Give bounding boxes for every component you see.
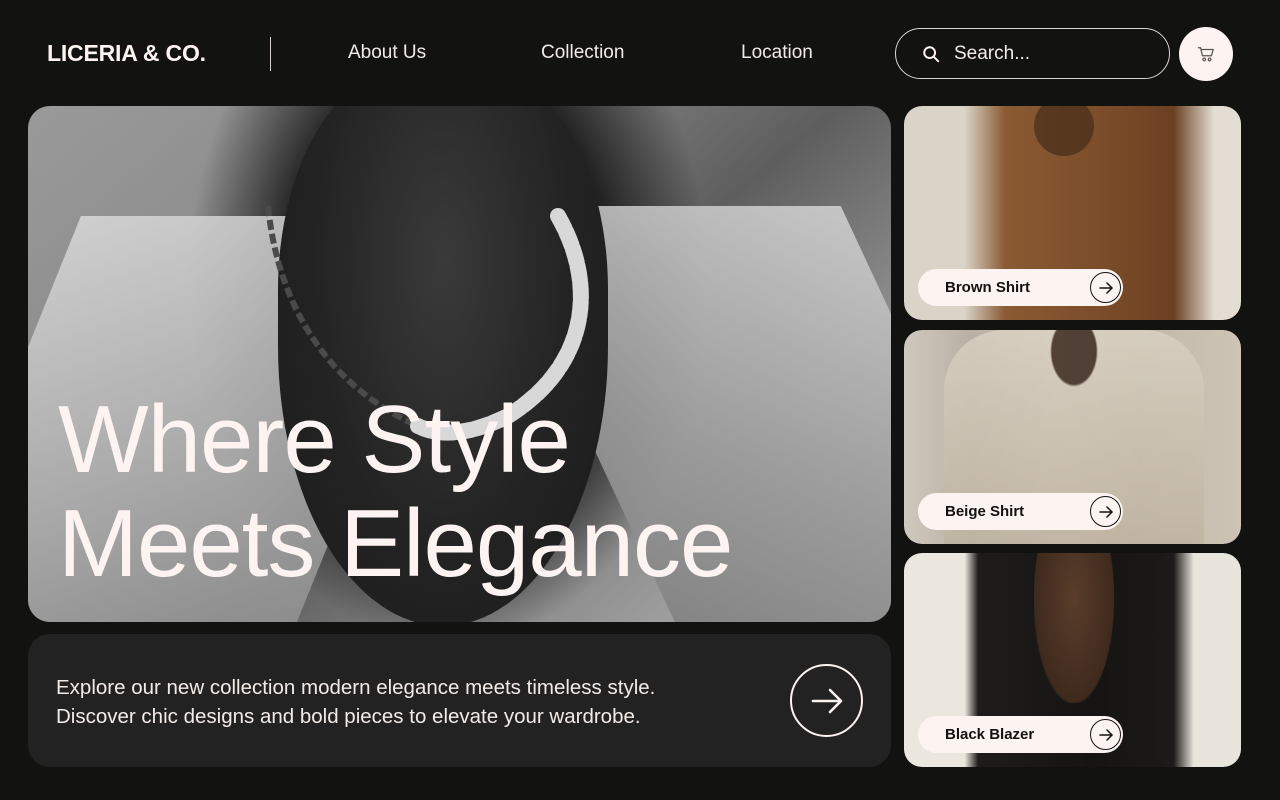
arrow-right-icon[interactable]	[1090, 719, 1121, 750]
explore-button[interactable]	[790, 664, 863, 737]
info-line-1: Explore our new collection modern elegan…	[56, 676, 656, 699]
info-panel: Explore our new collection modern elegan…	[28, 634, 891, 767]
product-image	[1034, 106, 1094, 156]
product-card-brown-shirt[interactable]: Brown Shirt	[904, 106, 1241, 320]
search-input[interactable]	[954, 42, 1154, 65]
product-image	[1034, 553, 1114, 703]
product-name: Black Blazer	[945, 726, 1035, 743]
product-link-beige-shirt[interactable]: Beige Shirt	[918, 493, 1123, 530]
nav-location[interactable]: Location	[741, 42, 813, 64]
search-bar[interactable]	[895, 28, 1170, 79]
header-divider	[270, 37, 271, 71]
product-card-beige-shirt[interactable]: Beige Shirt	[904, 330, 1241, 544]
info-description: Explore our new collection modern elegan…	[56, 673, 655, 731]
info-line-2: Discover chic designs and bold pieces to…	[56, 705, 641, 728]
arrow-right-icon	[811, 688, 842, 713]
search-icon	[923, 45, 940, 62]
product-card-black-blazer[interactable]: Black Blazer	[904, 553, 1241, 767]
cart-icon	[1197, 47, 1214, 62]
product-link-brown-shirt[interactable]: Brown Shirt	[918, 269, 1123, 306]
arrow-right-icon[interactable]	[1090, 496, 1121, 527]
product-link-black-blazer[interactable]: Black Blazer	[918, 716, 1123, 753]
product-name: Brown Shirt	[945, 279, 1030, 296]
nav-about-us[interactable]: About Us	[348, 42, 426, 64]
hero-banner: Where Style Meets Elegance	[28, 106, 891, 622]
brand-logo[interactable]: LICERIA & CO.	[47, 40, 206, 67]
arrow-right-icon[interactable]	[1090, 272, 1121, 303]
product-name: Beige Shirt	[945, 503, 1025, 520]
hero-title-line-2: Meets Elegance	[58, 490, 733, 597]
cart-button[interactable]	[1179, 27, 1233, 81]
nav-collection[interactable]: Collection	[541, 42, 624, 64]
hero-title-line-1: Where Style	[58, 386, 571, 493]
hero-title: Where Style Meets Elegance	[58, 386, 733, 597]
